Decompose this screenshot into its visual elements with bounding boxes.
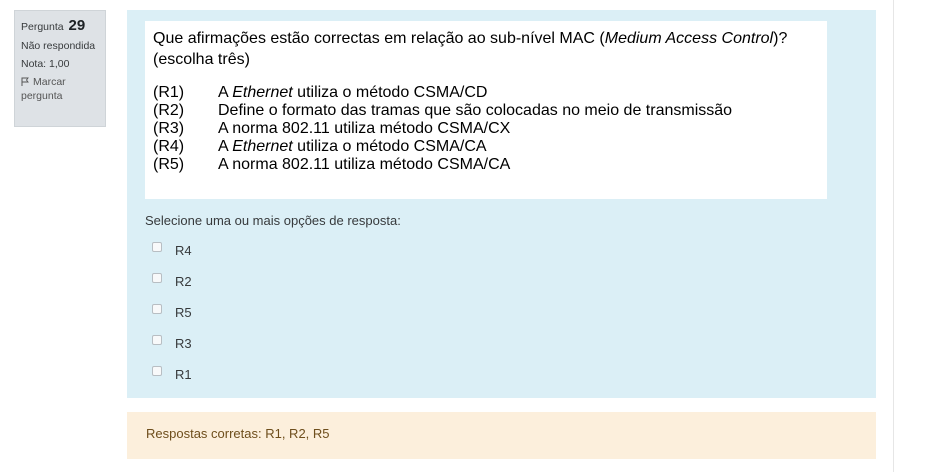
statement-list: (R1) A Ethernet utiliza o método CSMA/CD(… [153,84,819,174]
answer-options: R4 R2 R5 R3 R1 [152,234,192,389]
page-divider [893,0,894,472]
statement-text-part: utiliza o método CSMA/CA [292,138,487,155]
answer-checkbox[interactable] [152,241,162,252]
statement-row: (R2) Define o formato das tramas que são … [153,102,819,120]
statement-row: (R5) A norma 802.11 utiliza método CSMA/C… [153,156,819,174]
answer-option-label: R4 [175,243,192,258]
right-answer: Respostas corretas: R1, R2, R5 [146,426,330,441]
question-state: Não respondida [21,40,96,52]
question-text-part: Que afirmações estão correctas em relaçã… [153,30,605,47]
statement-text-part: A [218,84,233,101]
question-grade: Nota: 1,00 [21,58,70,70]
answer-prompt: Selecione uma ou mais opções de resposta… [145,213,401,228]
answer-option[interactable]: R3 [152,327,192,358]
question-info: Pergunta 29 Não respondida Nota: 1,00 Ma… [14,10,106,127]
answer-option[interactable]: R5 [152,296,192,327]
statement-text: A Ethernet utiliza o método CSMA/CD [218,84,819,102]
answer-checkbox[interactable] [152,272,162,283]
flag-question-link[interactable]: Marcar pergunta [21,76,99,103]
answer-option-label: R3 [175,336,192,351]
question-label: Pergunta [21,21,64,33]
answer-checkbox[interactable] [152,365,162,376]
statement-text-part: Define o formato das tramas que são colo… [218,102,733,119]
statement-code: (R1) [153,84,185,101]
statement-text-emphasis: Ethernet [232,84,293,101]
statement-text-part: A [218,138,233,155]
statement-code: (R4) [153,138,185,155]
statement-row: (R3) A norma 802.11 utiliza método CSMA/C… [153,120,819,138]
question-formulation: Que afirmações estão correctas em relaçã… [127,10,876,398]
answer-option[interactable]: R4 [152,234,192,265]
statement-text: A norma 802.11 utiliza método CSMA/CA [218,156,819,174]
answer-option-label: R5 [175,305,192,320]
answer-option[interactable]: R2 [152,265,192,296]
statement-text: A norma 802.11 utiliza método CSMA/CX [218,120,819,138]
answer-checkbox[interactable] [152,334,162,345]
statement-code: (R5) [153,156,185,173]
question-number: 29 [68,17,86,34]
statement-row: (R4) A Ethernet utiliza o método CSMA/CA [153,138,819,156]
statement-text: Define o formato das tramas que são colo… [218,102,819,120]
statement-text-part: utiliza o método CSMA/CD [292,84,488,101]
flag-icon [21,77,30,86]
answer-option-label: R1 [175,367,192,382]
statement-text-part: A norma 802.11 utiliza método CSMA/CA [218,156,511,173]
feedback-panel: Respostas corretas: R1, R2, R5 [127,412,876,459]
answer-option[interactable]: R1 [152,358,192,389]
statement-code: (R3) [153,120,185,137]
answer-checkbox[interactable] [152,303,162,314]
statement-row: (R1) A Ethernet utiliza o método CSMA/CD [153,84,819,102]
statement-text: A Ethernet utiliza o método CSMA/CA [218,138,819,156]
answer-option-label: R2 [175,274,192,289]
question-text-emphasis: Medium Access Control [604,30,774,47]
question-image: Que afirmações estão correctas em relaçã… [145,21,827,199]
statement-text-emphasis: Ethernet [232,138,293,155]
question-number-line: Pergunta 29 [21,17,99,34]
question-text: Que afirmações estão correctas em relaçã… [153,28,819,70]
statement-text-part: A norma 802.11 utiliza método CSMA/CX [218,120,511,137]
statement-code: (R2) [153,102,185,119]
